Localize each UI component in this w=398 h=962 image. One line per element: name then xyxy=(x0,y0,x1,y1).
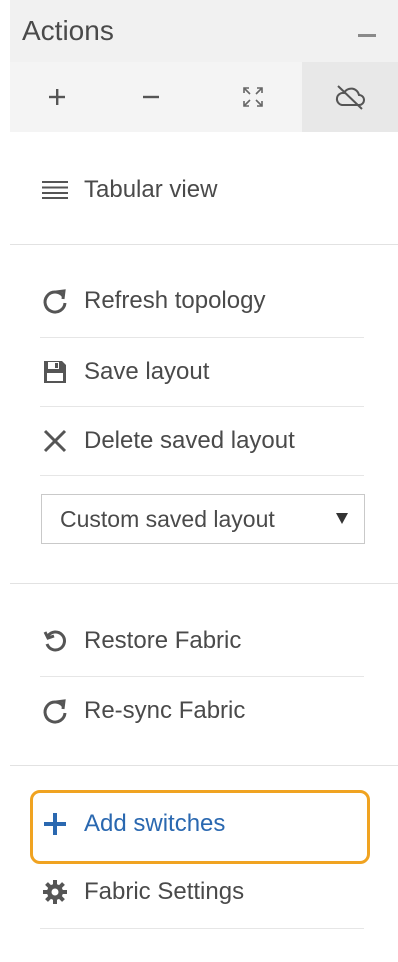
layout-select[interactable]: Custom saved layout xyxy=(41,494,365,544)
fabric-settings-item[interactable]: Fabric Settings xyxy=(40,859,364,925)
layout-select-value: Custom saved layout xyxy=(60,505,275,532)
delete-saved-layout-item[interactable]: Delete saved layout xyxy=(40,408,364,474)
cloud-toggle-button[interactable] xyxy=(302,62,398,132)
tabular-view-label: Tabular view xyxy=(84,176,218,203)
caret-down-icon xyxy=(336,513,348,524)
item-separator xyxy=(40,928,364,929)
item-separator xyxy=(40,475,364,476)
save-layout-label: Save layout xyxy=(84,358,210,385)
resync-icon xyxy=(40,696,70,726)
topology-toolbar xyxy=(10,62,398,132)
section-divider xyxy=(10,765,398,766)
item-separator xyxy=(40,406,364,407)
resync-fabric-label: Re-sync Fabric xyxy=(84,697,246,724)
resync-fabric-item[interactable]: Re-sync Fabric xyxy=(40,678,364,744)
minus-icon xyxy=(143,95,159,99)
close-icon xyxy=(40,426,70,456)
panel-title: Actions xyxy=(22,15,114,46)
section-divider xyxy=(10,583,398,584)
item-separator xyxy=(40,676,364,677)
gear-icon xyxy=(40,877,70,907)
fit-to-screen-button[interactable] xyxy=(206,62,300,132)
zoom-out-button[interactable] xyxy=(104,62,198,132)
add-switches-label: Add switches xyxy=(84,810,226,837)
restore-icon xyxy=(40,626,70,656)
plus-icon xyxy=(40,809,70,839)
plus-icon xyxy=(49,89,65,105)
add-switches-item[interactable]: Add switches xyxy=(40,791,364,857)
refresh-icon xyxy=(40,286,70,316)
collapse-panel-button[interactable] xyxy=(358,34,376,37)
actions-header: Actions xyxy=(10,0,398,62)
save-layout-item[interactable]: Save layout xyxy=(40,339,364,405)
fit-to-screen-icon xyxy=(243,87,263,107)
zoom-in-button[interactable] xyxy=(10,62,104,132)
tabular-view-item[interactable]: Tabular view xyxy=(40,157,364,223)
delete-saved-layout-label: Delete saved layout xyxy=(84,427,295,454)
cloud-off-icon xyxy=(335,85,365,110)
section-divider xyxy=(10,244,398,245)
list-icon xyxy=(40,175,70,205)
actions-panel: Actions Tabular view Refresh topology Sa… xyxy=(0,0,398,962)
fabric-settings-label: Fabric Settings xyxy=(84,878,245,905)
save-disk-icon xyxy=(40,357,70,387)
refresh-topology-label: Refresh topology xyxy=(84,287,266,314)
refresh-topology-item[interactable]: Refresh topology xyxy=(40,268,364,334)
restore-fabric-label: Restore Fabric xyxy=(84,627,242,654)
restore-fabric-item[interactable]: Restore Fabric xyxy=(40,608,364,674)
item-separator xyxy=(40,337,364,338)
